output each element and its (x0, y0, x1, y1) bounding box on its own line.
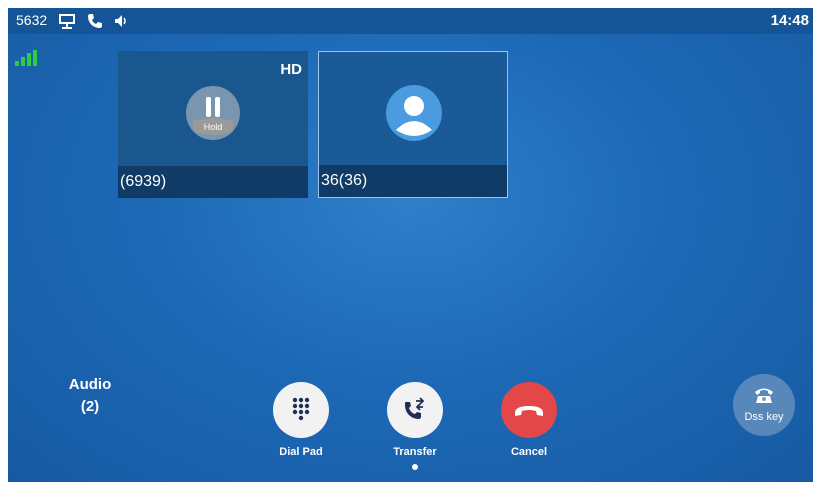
call-card-active[interactable]: 36(36) (318, 51, 508, 198)
dss-key-button[interactable]: Dss key (733, 374, 795, 436)
transfer-label: Transfer (393, 446, 437, 458)
dial-pad-label: Dial Pad (279, 446, 323, 458)
call-card-held[interactable]: HD Hold (6939) (118, 51, 308, 198)
transfer-icon (405, 397, 425, 419)
transfer-button[interactable] (387, 382, 443, 438)
cancel-label: Cancel (510, 446, 548, 458)
speaker-icon (115, 15, 126, 27)
hold-label: Hold (204, 122, 223, 132)
hold-icon: Hold (186, 86, 240, 140)
clock: 14:48 (770, 12, 809, 29)
call-screen: 5632 14:48 HD Hold (6939) 36(36) Audio (… (8, 8, 813, 482)
caller-name: (6939) (118, 166, 308, 198)
hd-badge: HD (280, 61, 302, 78)
page-indicator-dot (412, 464, 418, 470)
caller-name: 36(36) (319, 165, 507, 197)
dialpad-icon (292, 397, 310, 421)
dial-pad-button[interactable] (273, 382, 329, 438)
signal-bars-icon (15, 50, 37, 66)
phone-icon (88, 14, 102, 28)
user-avatar-icon (386, 85, 442, 141)
extension-number: 5632 (16, 12, 48, 28)
status-bar: 5632 14:48 (8, 8, 813, 34)
audio-count: (2) (80, 398, 100, 415)
audio-label: Audio (68, 376, 112, 393)
hangup-icon (515, 406, 543, 416)
telephone-icon (755, 388, 773, 403)
cancel-button[interactable] (501, 382, 557, 438)
network-icon (59, 14, 75, 29)
dss-key-label: Dss key (744, 411, 784, 423)
audio-channel-indicator[interactable]: Audio (2) (58, 374, 122, 418)
